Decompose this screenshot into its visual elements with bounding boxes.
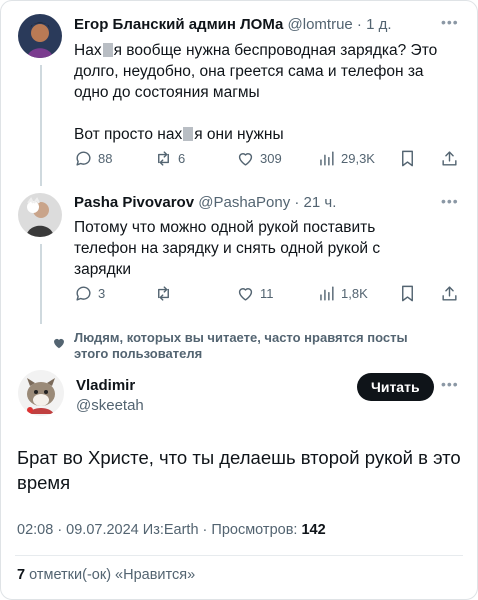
repost-button[interactable]: 6 (154, 149, 185, 168)
heart-icon (238, 288, 253, 301)
timestamp[interactable]: 1 д. (366, 16, 391, 33)
censor-block (183, 127, 194, 141)
like-button[interactable]: 11 (236, 284, 274, 303)
context-text: Людям, которых вы читаете, часто нравятс… (74, 330, 408, 361)
bookmark-button[interactable] (398, 284, 417, 303)
avatar[interactable] (18, 14, 62, 58)
like-button[interactable]: 309 (236, 149, 282, 168)
tweet-header: Pasha Pivovarov @PashaPony · 21 ч. (74, 194, 337, 211)
reply-icon (76, 151, 91, 166)
thread-line (40, 65, 42, 186)
share-icon (442, 151, 457, 166)
bookmark-icon (402, 285, 413, 302)
main-tweet-text: Брат во Христе, что ты делаешь второй ру… (17, 447, 461, 493)
author-handle[interactable]: @PashaPony (198, 194, 290, 211)
timestamp[interactable]: 21 ч. (304, 194, 337, 211)
thread-line (40, 244, 42, 324)
heart-icon (238, 153, 253, 166)
share-button[interactable] (440, 149, 459, 168)
repost-button[interactable] (154, 284, 178, 303)
view-count: 142 (301, 522, 326, 538)
reply-icon (76, 286, 91, 301)
censor-block (102, 43, 113, 57)
share-button[interactable] (440, 284, 459, 303)
tweet-meta: 02:08 · 09.07.2024 Из:Earth · Просмотров… (17, 522, 326, 538)
reply-button[interactable]: 3 (74, 284, 105, 303)
author-name[interactable]: Егор Бланский админ ЛОМа (74, 16, 283, 33)
likes-summary[interactable]: 7 отметки(-ок) «Нравится» (17, 567, 195, 583)
views-button[interactable]: 1,8K (317, 284, 368, 303)
tweet-text: Нах я вообще нужна беспроводная зарядка? … (74, 42, 438, 143)
follow-button[interactable]: Читать (357, 373, 434, 401)
avatar[interactable] (18, 370, 64, 416)
reply-button[interactable]: 88 (74, 149, 112, 168)
author-name[interactable]: Pasha Pivovarov (74, 194, 194, 211)
tweet-text: Потому что можно одной рукой поставить т… (74, 219, 381, 278)
author-handle[interactable]: @lomtrue (288, 16, 353, 33)
tweet-actions: 88 6 309 29,3K (74, 149, 464, 169)
tweet-header: Егор Бланский админ ЛОМа @lomtrue · 1 д. (74, 16, 392, 33)
divider (15, 555, 463, 556)
tweet-thread-card: Егор Бланский админ ЛОМа @lomtrue · 1 д.… (0, 0, 478, 600)
main-author: Vladimir (76, 377, 135, 394)
repost-icon (158, 286, 169, 301)
likes-count: 7 (17, 567, 26, 583)
bookmark-icon (402, 150, 413, 167)
share-icon (442, 286, 457, 301)
author-name[interactable]: Vladimir (76, 377, 135, 394)
bookmark-button[interactable] (398, 149, 417, 168)
views-icon (320, 286, 334, 301)
more-icon[interactable]: ••• (441, 14, 459, 30)
more-icon[interactable]: ••• (441, 193, 459, 209)
more-icon[interactable]: ••• (441, 376, 459, 392)
tweet-actions: 3 11 1,8K (74, 284, 464, 304)
repost-icon (158, 151, 169, 166)
views-button[interactable]: 29,3K (317, 149, 375, 168)
avatar[interactable] (18, 193, 62, 237)
views-icon (320, 151, 334, 166)
author-handle[interactable]: @skeetah (76, 397, 144, 414)
heart-filled-icon (54, 338, 64, 349)
